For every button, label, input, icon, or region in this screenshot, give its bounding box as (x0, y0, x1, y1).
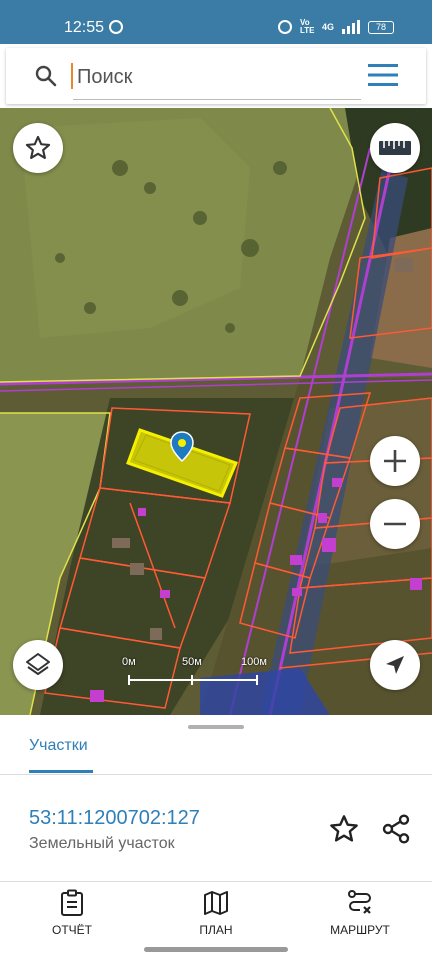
route-button[interactable]: МАРШРУТ (310, 889, 410, 943)
route-label: МАРШРУТ (330, 923, 390, 937)
report-icon (61, 889, 83, 916)
alarm-icon (277, 20, 292, 34)
map-view[interactable]: 0м 50м 100м (0, 108, 432, 715)
battery-icon: 78 (368, 20, 394, 34)
plan-button[interactable]: ПЛАН (166, 889, 266, 943)
sheet-drag-handle[interactable] (188, 725, 244, 729)
divider (0, 774, 432, 775)
zoom-in-icon (384, 450, 406, 472)
share-button[interactable] (380, 813, 412, 845)
ruler-icon (379, 141, 411, 155)
volte-indicator: Vo LTE (299, 18, 315, 35)
parcel-type: Земельный участок (29, 835, 175, 852)
zoom-out-icon (384, 522, 406, 526)
gesture-navigation-bar[interactable] (144, 947, 288, 952)
route-icon (348, 890, 371, 914)
tab-parcels[interactable]: Участки (29, 737, 88, 755)
status-indicators: Vo LTE 4G 78 (277, 18, 394, 35)
layers-icon (26, 653, 50, 675)
parcel-bottom-sheet: Участки 53:11:1200702:127 Земельный учас… (0, 715, 432, 960)
search-icon[interactable] (34, 64, 58, 88)
layers-button[interactable] (13, 640, 63, 690)
sync-icon (109, 20, 123, 34)
zoom-in-button[interactable] (370, 436, 420, 486)
tab-active-indicator (29, 770, 93, 773)
map-scale: 0м 50м 100м (122, 656, 267, 686)
cadastral-number[interactable]: 53:11:1200702:127 (29, 807, 200, 830)
status-time: 12:55 (64, 19, 105, 36)
share-icon (382, 814, 410, 844)
favorite-map-button[interactable] (13, 123, 63, 173)
report-button[interactable]: ОТЧЁТ (22, 889, 122, 943)
report-label: ОТЧЁТ (51, 923, 92, 937)
plan-label: ПЛАН (199, 923, 233, 937)
search-bar (6, 48, 426, 104)
ruler-button[interactable] (370, 123, 420, 173)
my-location-button[interactable] (370, 640, 420, 690)
star-icon (25, 135, 51, 159)
status-bar: 12:55 Vo LTE 4G 78 (0, 0, 432, 44)
navigation-arrow-icon (386, 656, 404, 674)
zoom-out-button[interactable] (370, 499, 420, 549)
map-icon (204, 891, 228, 915)
divider (0, 881, 432, 882)
satellite-map (0, 108, 432, 715)
network-type: 4G (321, 22, 334, 32)
text-caret (71, 63, 73, 89)
signal-icon (342, 20, 360, 34)
search-input[interactable] (73, 56, 361, 100)
favorite-button[interactable] (328, 813, 360, 845)
menu-icon[interactable] (368, 64, 398, 86)
